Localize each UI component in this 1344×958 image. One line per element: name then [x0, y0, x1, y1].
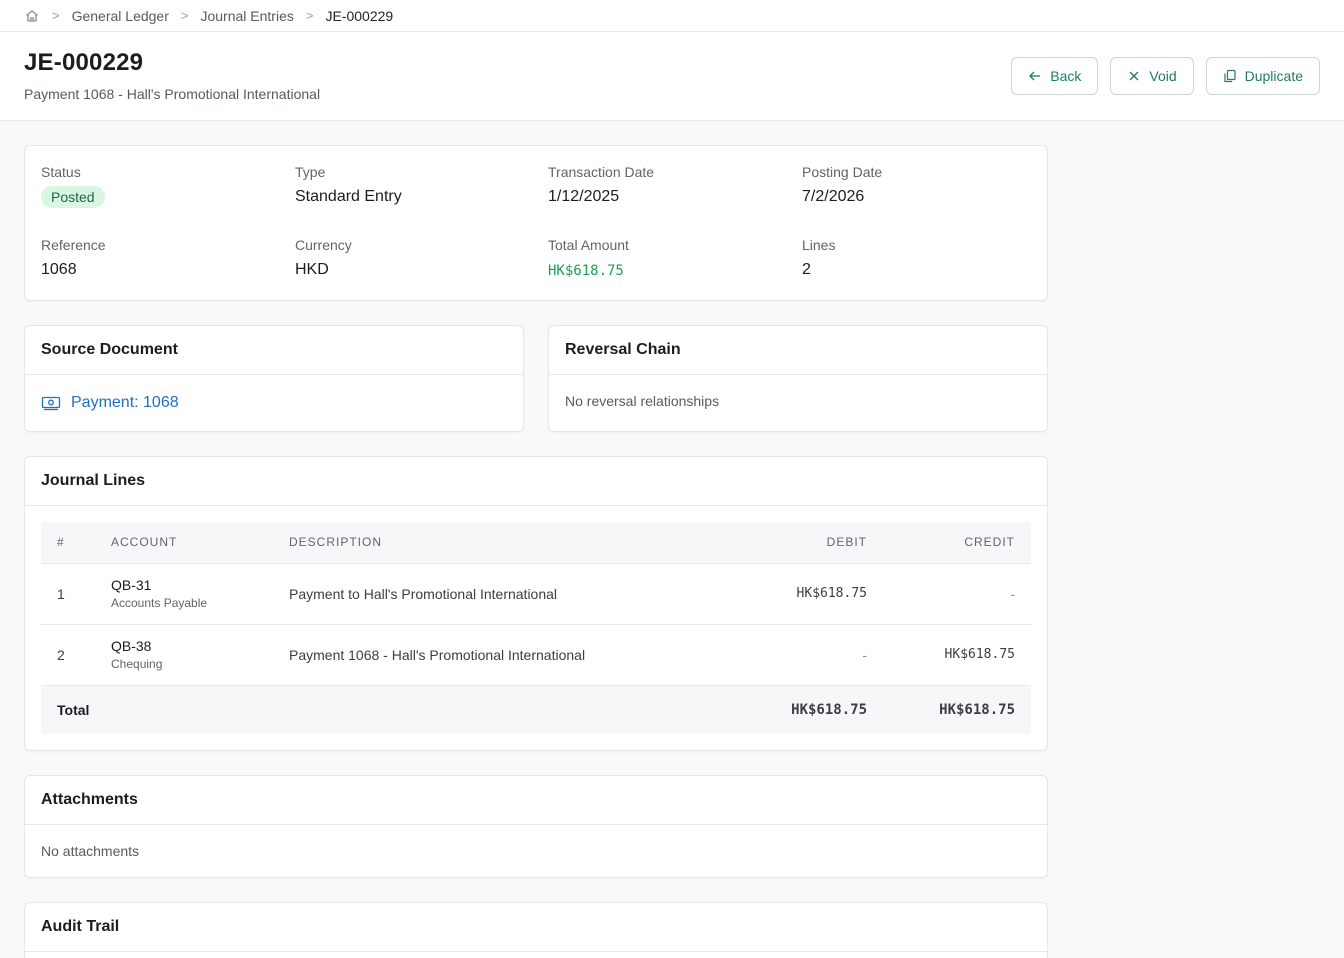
currency-field: Currency HKD [295, 237, 352, 279]
audit-trail-card: Audit Trail [24, 902, 1048, 958]
chevron-right-icon: > [180, 8, 189, 23]
duplicate-button[interactable]: Duplicate [1205, 57, 1320, 95]
reversal-chain-empty: No reversal relationships [565, 393, 720, 409]
row-num: 1 [41, 563, 111, 625]
transaction-date-value: 1/12/2025 [548, 188, 620, 205]
column-debit: DEBIT [709, 522, 867, 564]
total-amount-value: HK$618.75 [548, 263, 624, 279]
posting-date-value: 7/2/2026 [802, 188, 865, 205]
currency-label: Currency [295, 237, 352, 253]
journal-lines-table: # ACCOUNT DESCRIPTION DEBIT CREDIT 1 QB-… [41, 522, 1031, 734]
row-account: QB-38 Chequing [111, 624, 289, 686]
audit-trail-title: Audit Trail [25, 903, 1047, 952]
chevron-right-icon: > [305, 8, 314, 23]
home-icon[interactable] [24, 8, 40, 24]
attachments-title: Attachments [25, 776, 1047, 825]
table-row: 2 QB-38 Chequing Payment 1068 - Hall's P… [41, 624, 1031, 686]
transaction-date-label: Transaction Date [548, 164, 655, 180]
transaction-date-field: Transaction Date 1/12/2025 [548, 164, 654, 206]
source-document-link-label: Payment: 1068 [71, 394, 179, 411]
source-document-card: Source Document Payment: 1068 [24, 325, 524, 432]
journal-lines-card: Journal Lines # ACCOUNT DESCRIPTION DEBI… [24, 456, 1048, 751]
table-header-row: # ACCOUNT DESCRIPTION DEBIT CREDIT [41, 522, 1031, 564]
row-credit: - [867, 563, 1031, 625]
row-num: 2 [41, 624, 111, 686]
column-description: DESCRIPTION [289, 522, 709, 564]
attachments-empty: No attachments [41, 843, 140, 859]
source-document-title: Source Document [25, 326, 523, 375]
arrow-left-icon [1029, 71, 1041, 81]
reference-value: 1068 [41, 261, 77, 278]
total-credit: HK$618.75 [867, 685, 1031, 734]
breadcrumb-general-ledger[interactable]: General Ledger [72, 8, 169, 24]
duplicate-button-label: Duplicate [1244, 68, 1303, 84]
breadcrumb-current: JE-000229 [325, 7, 394, 24]
journal-lines-title: Journal Lines [25, 457, 1047, 506]
account-code: QB-31 [111, 577, 152, 593]
total-amount-field: Total Amount HK$618.75 [548, 237, 629, 279]
lines-value: 2 [802, 261, 811, 278]
table-row: 1 QB-31 Accounts Payable Payment to Hall… [41, 563, 1031, 625]
total-debit: HK$618.75 [709, 685, 867, 734]
header-actions: Back Void Duplicate [1011, 57, 1320, 95]
row-credit: HK$618.75 [867, 624, 1031, 686]
void-button[interactable]: Void [1110, 57, 1194, 95]
column-account: ACCOUNT [111, 522, 289, 564]
copy-icon [1224, 69, 1236, 83]
breadcrumb: > General Ledger > Journal Entries > JE-… [0, 0, 1344, 32]
column-num: # [41, 522, 111, 564]
status-badge: Posted [41, 186, 105, 208]
posting-date-field: Posting Date 7/2/2026 [802, 164, 882, 206]
reversal-chain-title: Reversal Chain [549, 326, 1047, 375]
lines-field: Lines 2 [802, 237, 835, 279]
source-document-link[interactable]: Payment: 1068 [41, 394, 179, 412]
type-value: Standard Entry [295, 188, 402, 205]
reference-field: Reference 1068 [41, 237, 106, 279]
total-row: Total HK$618.75 HK$618.75 [41, 685, 1031, 734]
currency-value: HKD [295, 261, 329, 278]
total-amount-label: Total Amount [548, 237, 629, 253]
type-field: Type Standard Entry [295, 164, 402, 206]
row-account: QB-31 Accounts Payable [111, 563, 289, 625]
reversal-chain-card: Reversal Chain No reversal relationships [548, 325, 1048, 432]
status-label: Status [41, 164, 81, 180]
row-description: Payment 1068 - Hall's Promotional Intern… [289, 624, 709, 686]
row-description: Payment to Hall's Promotional Internatio… [289, 563, 709, 625]
row-debit: - [709, 624, 867, 686]
lines-label: Lines [802, 237, 836, 253]
reference-label: Reference [41, 237, 106, 253]
x-icon [1129, 71, 1139, 81]
account-code: QB-38 [111, 638, 152, 654]
back-button[interactable]: Back [1011, 57, 1099, 95]
summary-card: Status Posted Type Standard Entry Transa… [24, 145, 1048, 301]
status-field: Status Posted [41, 164, 105, 208]
page-header: JE-000229 Payment 1068 - Hall's Promotio… [0, 32, 1344, 121]
posting-date-label: Posting Date [802, 164, 883, 180]
void-button-label: Void [1149, 68, 1177, 84]
chevron-right-icon: > [52, 8, 60, 23]
attachments-card: Attachments No attachments [24, 775, 1048, 878]
total-label: Total [41, 685, 709, 734]
breadcrumb-journal-entries[interactable]: Journal Entries [200, 8, 293, 24]
back-button-label: Back [1050, 68, 1082, 84]
column-credit: CREDIT [867, 522, 1031, 564]
banknote-icon [41, 396, 61, 411]
type-label: Type [295, 164, 326, 180]
account-name: Chequing [111, 657, 163, 671]
account-name: Accounts Payable [111, 596, 208, 610]
row-debit: HK$618.75 [709, 563, 867, 625]
